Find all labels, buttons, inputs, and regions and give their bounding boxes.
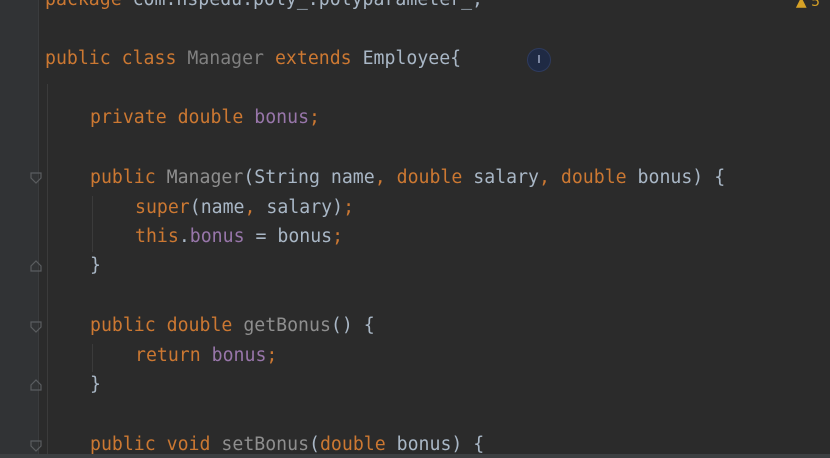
- warning-icon[interactable]: ▲ 5: [796, 0, 820, 10]
- parameter: bonus) {: [637, 167, 726, 188]
- comma: ,: [374, 167, 386, 188]
- code-line-class-declaration[interactable]: public class Manager extends Employee{: [45, 46, 461, 72]
- parameter: salary: [473, 167, 539, 188]
- method-name: getBonus: [243, 315, 331, 336]
- brace: }: [90, 255, 101, 276]
- code-line-assignment[interactable]: this.bonus = bonus;: [135, 224, 343, 250]
- fold-collapse-icon[interactable]: [30, 172, 42, 184]
- keyword: private: [90, 107, 167, 128]
- keyword: double: [319, 434, 386, 455]
- keyword: class: [121, 48, 177, 69]
- semicolon: ;: [266, 345, 278, 366]
- field-name: bonus: [189, 226, 245, 247]
- indent-guide: [92, 196, 93, 252]
- fold-collapse-icon[interactable]: [30, 440, 42, 452]
- horizontal-scrollbar[interactable]: [0, 454, 830, 458]
- keyword: public: [90, 167, 156, 188]
- code-line-closing-brace[interactable]: }: [90, 253, 101, 279]
- parameter: bonus) {: [396, 434, 485, 455]
- code-line-getter[interactable]: public double getBonus() {: [90, 313, 375, 339]
- dot: .: [178, 226, 190, 247]
- keyword: super: [135, 197, 190, 218]
- paren: (: [309, 434, 320, 455]
- parens: () {: [330, 315, 375, 336]
- keyword: public: [45, 48, 111, 69]
- code-line-field[interactable]: private double bonus;: [90, 105, 320, 131]
- method-name: setBonus: [221, 434, 310, 455]
- class-name: Manager: [187, 48, 265, 69]
- keyword: package: [45, 0, 122, 10]
- indent-guide: [47, 84, 48, 458]
- text-cursor-icon: I: [527, 48, 551, 72]
- code-line-package[interactable]: package com.hspedu.poly_.polyparameter_;: [45, 0, 483, 13]
- comma: ,: [538, 167, 550, 188]
- argument: (name: [189, 197, 245, 218]
- argument: salary): [266, 197, 344, 218]
- keyword: double: [166, 315, 233, 336]
- superclass-name: Employee{: [362, 48, 462, 69]
- semicolon: ;: [332, 226, 344, 247]
- indent-guide: [92, 344, 93, 372]
- keyword: return: [135, 345, 201, 366]
- code-line-return[interactable]: return bonus;: [135, 343, 277, 369]
- keyword: double: [560, 167, 627, 188]
- field-name: bonus: [211, 345, 267, 366]
- expression: = bonus: [255, 226, 333, 247]
- brace: }: [90, 374, 101, 395]
- code-line-super-call[interactable]: super(name, salary);: [135, 195, 354, 221]
- code-line-closing-brace[interactable]: }: [90, 372, 101, 398]
- semicolon: ;: [309, 107, 320, 128]
- keyword: public: [90, 434, 156, 455]
- keyword: void: [166, 434, 211, 455]
- keyword: double: [177, 107, 244, 128]
- comma: ,: [244, 197, 256, 218]
- fold-end-icon[interactable]: [30, 260, 42, 272]
- code-line-constructor[interactable]: public Manager(String name, double salar…: [90, 165, 725, 191]
- keyword: double: [396, 167, 463, 188]
- parameter: (String name: [243, 167, 375, 188]
- constructor-name: Manager: [166, 167, 244, 188]
- package-name: com.hspedu.poly_.polyparameter_;: [133, 0, 483, 10]
- keyword: this: [135, 226, 179, 247]
- fold-collapse-icon[interactable]: [30, 321, 42, 333]
- keyword: extends: [274, 48, 352, 69]
- field-name: bonus: [254, 107, 310, 128]
- fold-end-icon[interactable]: [30, 379, 42, 391]
- code-editor[interactable]: package com.hspedu.poly_.polyparameter_;…: [0, 0, 830, 458]
- semicolon: ;: [343, 197, 355, 218]
- keyword: public: [90, 315, 156, 336]
